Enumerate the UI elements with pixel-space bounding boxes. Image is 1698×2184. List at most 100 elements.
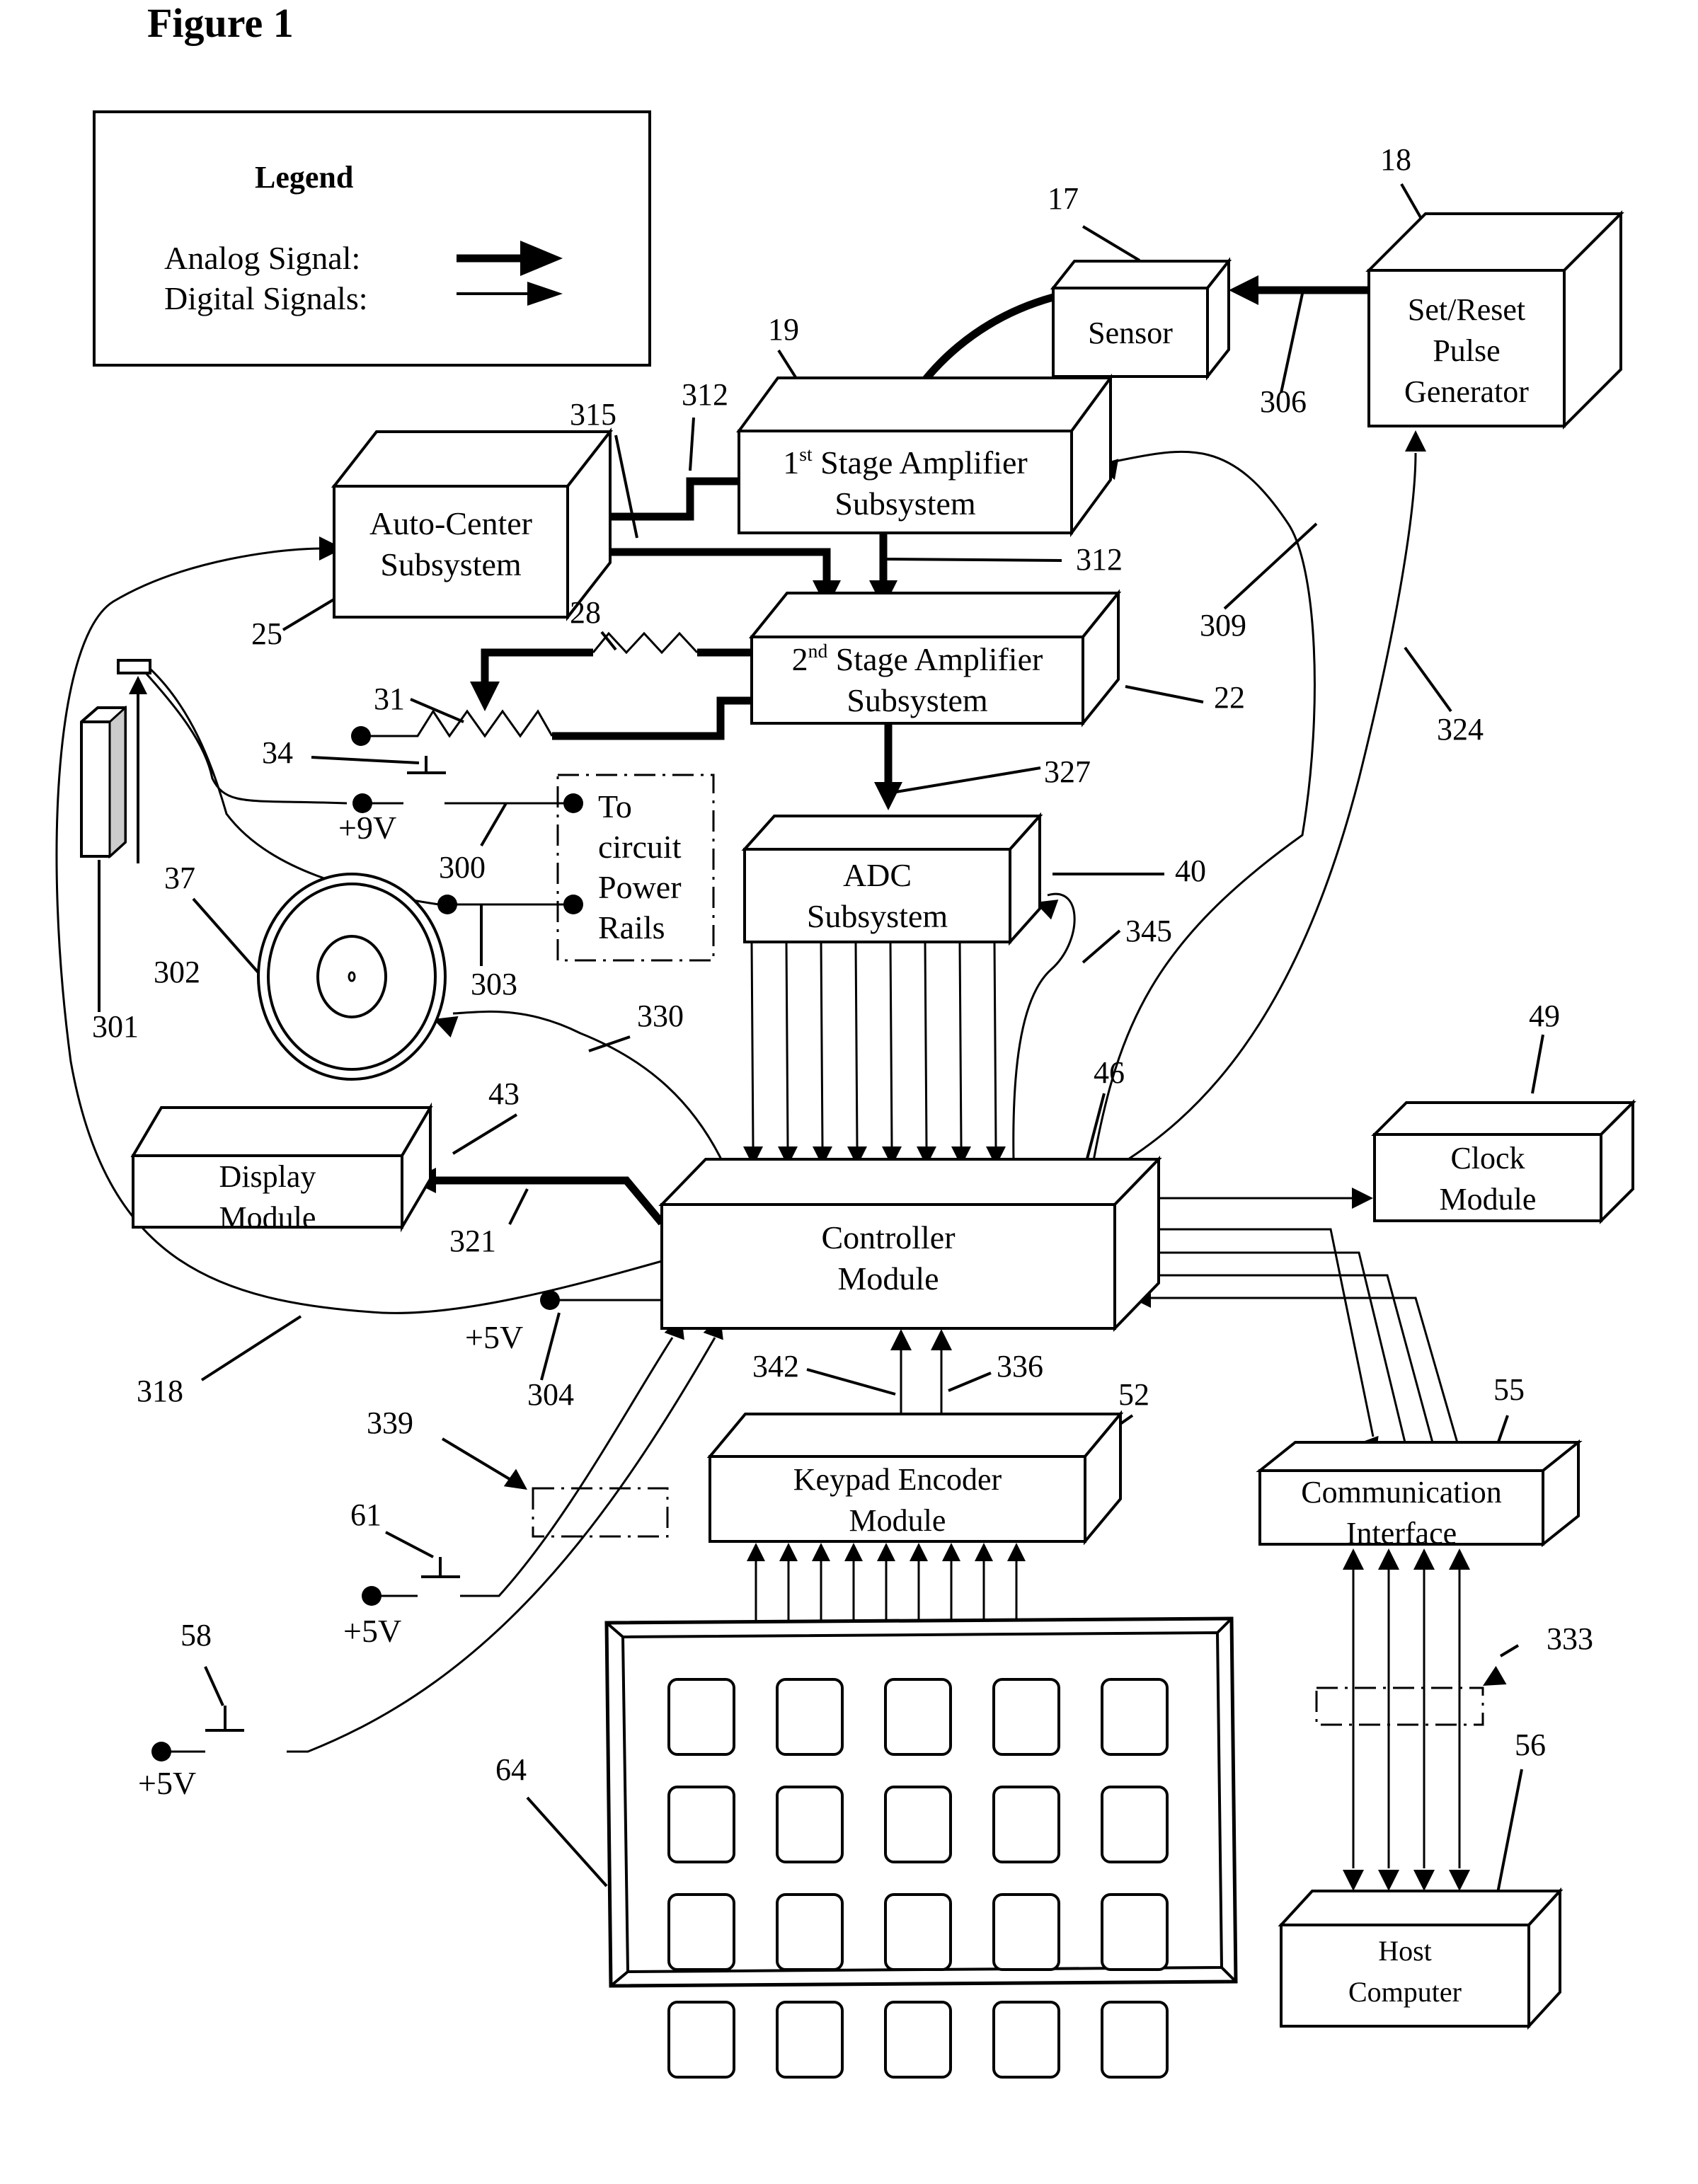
- leader-line: [192, 897, 263, 978]
- ref-label-signals-s318: 318: [137, 1374, 183, 1408]
- keypad-key[interactable]: [667, 1893, 735, 1971]
- keypad-key[interactable]: [1101, 1893, 1169, 1971]
- block-first-stage[interactable]: 1st Stage Amplifier Subsystem: [736, 373, 1113, 538]
- ref-label-signals-s324: 324: [1437, 712, 1484, 747]
- ref-label-signals-s315: 315: [570, 397, 616, 432]
- block-keypad-encoder[interactable]: Keypad Encoder Module: [706, 1410, 1124, 1546]
- leader-line: [1531, 1034, 1544, 1094]
- legend-title: Legend: [255, 160, 353, 195]
- block-top-face: [741, 815, 1043, 851]
- ref-label-optional-339-ref: 339: [367, 1406, 413, 1440]
- keypad-bus-arrowhead: [942, 1543, 960, 1561]
- keypad-key[interactable]: [776, 1678, 844, 1756]
- ref-label-signals-s336: 336: [997, 1349, 1043, 1384]
- speaker-icon: [257, 873, 447, 1081]
- keypad-key[interactable]: [884, 1678, 952, 1756]
- arrowhead-306: [1229, 275, 1258, 305]
- block-label: Host: [1378, 1935, 1432, 1967]
- leader-line: [480, 802, 507, 847]
- ref-label-optional-333-ref: 333: [1547, 1621, 1593, 1656]
- arrowhead-pot-wiper: [470, 682, 500, 711]
- block-label: Communication: [1301, 1475, 1502, 1510]
- power-rails-label: Rails: [598, 909, 665, 946]
- keypad-key[interactable]: [1101, 1786, 1169, 1863]
- keypad-bus-arrowhead: [779, 1543, 798, 1561]
- keypad-bus-arrowhead: [747, 1543, 765, 1561]
- ref-label-clock-ref: 49: [1529, 999, 1560, 1033]
- keypad-key[interactable]: [884, 1786, 952, 1863]
- block-label-number: 2: [792, 641, 808, 677]
- leader-line: [948, 1372, 992, 1392]
- leader-line: [1280, 293, 1304, 393]
- wire-pot-right: [552, 696, 752, 740]
- leader-line: [452, 1113, 518, 1155]
- ref-label-keypad-ref: 64: [495, 1752, 527, 1787]
- ref-label-ground-34-ref: 34: [262, 735, 293, 770]
- battery-connector-icon: [117, 659, 151, 674]
- optional-333-box: [1315, 1686, 1484, 1726]
- ref-label-pulse-generator-ref: 18: [1380, 142, 1411, 177]
- keypad-key[interactable]: [1101, 1678, 1169, 1756]
- keypad-64[interactable]: [604, 1616, 1238, 2079]
- keypad-bus-arrowhead: [910, 1543, 928, 1561]
- block-clock[interactable]: Clock Module: [1371, 1099, 1636, 1224]
- keypad-key[interactable]: [992, 2001, 1060, 2079]
- block-top-face: [1050, 260, 1232, 289]
- terminal-dot: [563, 895, 583, 914]
- keypad-key[interactable]: [667, 1678, 735, 1756]
- keypad-key[interactable]: [992, 1786, 1060, 1863]
- block-top-face: [706, 1413, 1124, 1458]
- ref-label-speaker-ref: 37: [164, 861, 195, 895]
- keypad-key[interactable]: [884, 2001, 952, 2079]
- keypad-key[interactable]: [776, 2001, 844, 2079]
- block-label: 1st Stage Amplifier: [783, 443, 1027, 481]
- ref-label-first-stage-ref: 19: [768, 312, 799, 347]
- leader-line: [204, 1666, 224, 1706]
- block-label: Clock: [1450, 1141, 1525, 1176]
- block-label: Sensor: [1088, 316, 1173, 350]
- block-sensor[interactable]: Sensor: [1050, 257, 1232, 381]
- legend: Legend Analog Signal: Digital Signals:: [93, 110, 651, 367]
- block-adc[interactable]: ADC Subsystem: [741, 812, 1043, 946]
- adc-bus-line: [820, 941, 824, 1147]
- leader-line: [311, 756, 420, 764]
- keypad-key[interactable]: [884, 1893, 952, 1971]
- host-bus-arrowhead-down: [1343, 1870, 1364, 1891]
- keypad-bus-arrowhead: [812, 1543, 830, 1561]
- power-rails-label: To: [598, 788, 632, 824]
- block-controller[interactable]: Controller Module: [658, 1156, 1162, 1332]
- leader-line: [1082, 225, 1141, 262]
- block-label: Subsystem: [847, 682, 988, 718]
- block-comm-interface[interactable]: Communication Interface: [1256, 1439, 1583, 1551]
- power-rails-label: Power: [598, 869, 682, 905]
- block-display[interactable]: Display Module: [130, 1102, 433, 1235]
- ref-label-host-computer-ref: 56: [1515, 1728, 1546, 1762]
- adc-bus-line: [993, 941, 997, 1147]
- ref-label-battery-ref: 301: [92, 1009, 139, 1044]
- block-auto-center[interactable]: Auto-Center Subsystem: [331, 427, 614, 621]
- legend-digital-label: Digital Signals:: [164, 280, 368, 316]
- wire-345: [1012, 892, 1076, 1161]
- figure-title: Figure 1: [147, 0, 294, 46]
- keypad-key[interactable]: [776, 1786, 844, 1863]
- keypad-key[interactable]: [667, 2001, 735, 2079]
- block-second-stage[interactable]: 2nd Stage Amplifier Subsystem: [748, 589, 1122, 728]
- adc-bus-line: [924, 941, 928, 1147]
- block-host-computer[interactable]: Host Computer: [1278, 1887, 1564, 2030]
- block-pulse-generator[interactable]: Set/Reset Pulse Generator: [1365, 210, 1624, 430]
- leader-line: [1223, 522, 1318, 610]
- leader-line: [1493, 1769, 1523, 1908]
- ref-label-signals-s312b: 312: [1076, 542, 1123, 577]
- block-label: Module: [219, 1200, 316, 1235]
- voltage-label-9v: +9V: [338, 810, 396, 846]
- leader-line: [1125, 685, 1204, 703]
- keypad-key[interactable]: [667, 1786, 735, 1863]
- keypad-key[interactable]: [992, 1893, 1060, 1971]
- keypad-key[interactable]: [776, 1893, 844, 1971]
- block-top-face: [748, 592, 1122, 638]
- ref-label-signals-s306: 306: [1260, 384, 1307, 419]
- leader-line: [884, 558, 1062, 562]
- arrowhead-327: [874, 782, 902, 810]
- keypad-key[interactable]: [992, 1678, 1060, 1756]
- keypad-key[interactable]: [1101, 2001, 1169, 2079]
